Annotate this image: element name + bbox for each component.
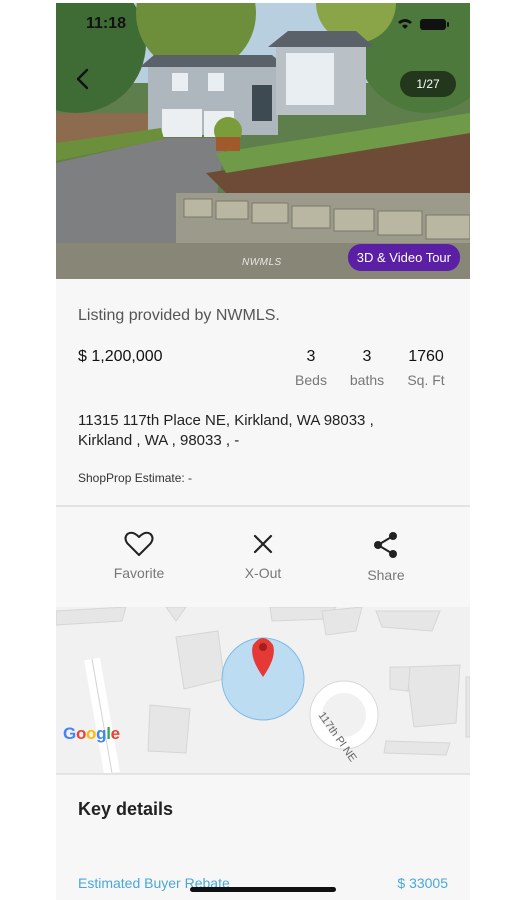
share-label: Share [367,567,405,583]
stat-baths: 3 baths [340,348,394,388]
listing-provider: Listing provided by NWMLS. [78,307,280,324]
beds-label: Beds [295,372,327,388]
heart-icon [124,531,154,556]
location-map[interactable]: 117th Pl NE Google [56,607,470,773]
listing-photo[interactable]: 11:18 1/27 NWMLS 3D & Video Tour [56,3,470,279]
share-button[interactable]: Share [341,531,431,583]
stat-sqft: 1760 Sq. Ft [398,348,454,388]
home-indicator[interactable] [190,887,336,892]
sqft-label: Sq. Ft [407,372,445,388]
listing-address: 11315 117th Place NE, Kirkland, WA 98033… [78,411,438,451]
close-icon [253,534,273,554]
share-icon [374,532,397,558]
wifi-battery-icon [398,19,449,30]
address-line-2: Kirkland , WA , 98033 , - [78,432,240,449]
google-logo-text: Google [63,724,120,743]
baths-value: 3 [362,348,372,365]
key-details-section: Key details Estimated Buyer Rebate $ 330… [56,775,470,900]
favorite-button[interactable]: Favorite [94,531,184,581]
listing-price: $ 1,200,000 [78,348,163,365]
status-bar: 11:18 [56,15,470,39]
status-icons [396,17,452,36]
video-tour-button[interactable]: 3D & Video Tour [347,244,460,271]
map-illustration: 117th Pl NE [56,607,470,773]
sqft-value: 1760 [408,348,444,365]
x-out-label: X-Out [244,565,282,581]
beds-value: 3 [306,348,316,365]
chevron-left-icon [76,68,89,90]
stat-beds: 3 Beds [286,348,336,388]
status-time: 11:18 [86,15,127,32]
listing-info: Listing provided by NWMLS. $ 1,200,000 3… [56,279,470,505]
phone-screen: 11:18 1/27 NWMLS 3D & Video Tour Listing… [56,3,470,900]
shopprop-estimate: ShopProp Estimate: - [78,471,193,485]
key-details-title: Key details [78,799,174,819]
action-bar: Favorite X-Out Share [56,507,470,607]
house-photo-illustration [56,3,470,279]
address-line-1: 11315 117th Place NE, Kirkland, WA 98033… [78,412,374,429]
baths-label: baths [349,372,385,388]
photo-counter: 1/27 [400,71,456,97]
photo-watermark: NWMLS [242,257,282,268]
rebate-value: $ 33005 [397,875,448,891]
favorite-label: Favorite [113,565,165,581]
x-out-button[interactable]: X-Out [218,531,308,581]
back-button[interactable] [68,65,96,93]
google-logo: Google [63,724,120,744]
